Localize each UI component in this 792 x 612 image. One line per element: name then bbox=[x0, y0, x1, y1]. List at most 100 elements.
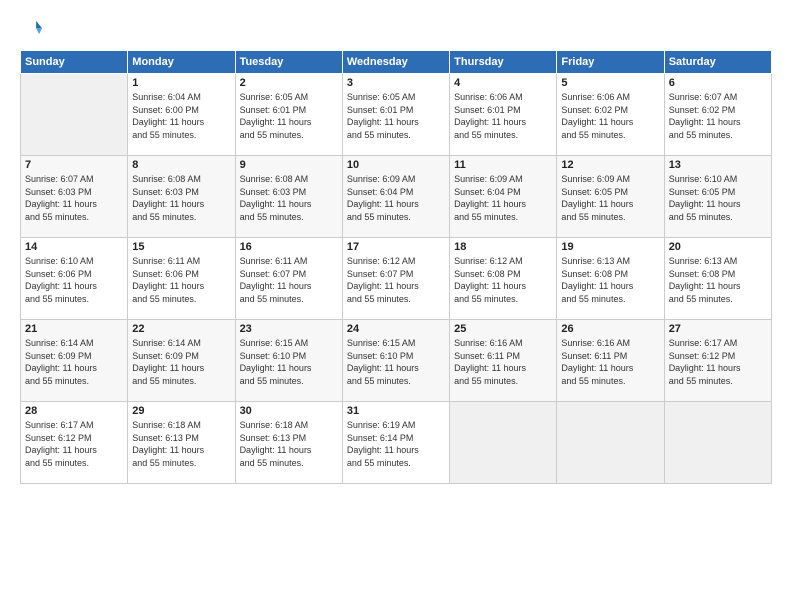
day-number: 15 bbox=[132, 241, 230, 253]
day-number: 24 bbox=[347, 323, 445, 335]
day-cell bbox=[664, 402, 771, 484]
day-cell: 28 Sunrise: 6:17 AM Sunset: 6:12 PM Dayli… bbox=[21, 402, 128, 484]
header-cell-saturday: Saturday bbox=[664, 51, 771, 74]
day-cell: 8Sunrise: 6:08 AM Sunset: 6:03 PM Daylig… bbox=[128, 156, 235, 238]
day-cell: 20 Sunrise: 6:13 AM Sunset: 6:08 PM Dayli… bbox=[664, 238, 771, 320]
day-cell: 27 Sunrise: 6:17 AM Sunset: 6:12 PM Dayli… bbox=[664, 320, 771, 402]
day-number: 27 bbox=[669, 323, 767, 335]
header-cell-tuesday: Tuesday bbox=[235, 51, 342, 74]
day-cell: 17Sunrise: 6:12 AM Sunset: 6:07 PM Dayli… bbox=[342, 238, 449, 320]
day-cell bbox=[21, 74, 128, 156]
day-number: 20 bbox=[669, 241, 767, 253]
day-detail: Sunrise: 6:14 AM Sunset: 6:09 PM Dayligh… bbox=[25, 337, 123, 387]
day-cell: 5 Sunrise: 6:06 AM Sunset: 6:02 PM Daylig… bbox=[557, 74, 664, 156]
day-detail: Sunrise: 6:11 AM Sunset: 6:06 PM Dayligh… bbox=[132, 255, 230, 305]
week-row-2: 14 Sunrise: 6:10 AM Sunset: 6:06 PM Dayli… bbox=[21, 238, 772, 320]
day-number: 12 bbox=[561, 159, 659, 171]
day-number: 31 bbox=[347, 405, 445, 417]
week-row-1: 7Sunrise: 6:07 AM Sunset: 6:03 PM Daylig… bbox=[21, 156, 772, 238]
calendar-page: SundayMondayTuesdayWednesdayThursdayFrid… bbox=[0, 0, 792, 612]
week-row-0: 1 Sunrise: 6:04 AM Sunset: 6:00 PM Daylig… bbox=[21, 74, 772, 156]
day-detail: Sunrise: 6:14 AM Sunset: 6:09 PM Dayligh… bbox=[132, 337, 230, 387]
day-number: 18 bbox=[454, 241, 552, 253]
day-detail: Sunrise: 6:05 AM Sunset: 6:01 PM Dayligh… bbox=[347, 91, 445, 141]
day-detail: Sunrise: 6:06 AM Sunset: 6:01 PM Dayligh… bbox=[454, 91, 552, 141]
day-detail: Sunrise: 6:09 AM Sunset: 6:04 PM Dayligh… bbox=[454, 173, 552, 223]
week-row-3: 21 Sunrise: 6:14 AM Sunset: 6:09 PM Dayli… bbox=[21, 320, 772, 402]
day-cell: 25 Sunrise: 6:16 AM Sunset: 6:11 PM Dayli… bbox=[450, 320, 557, 402]
day-number: 14 bbox=[25, 241, 123, 253]
day-detail: Sunrise: 6:10 AM Sunset: 6:06 PM Dayligh… bbox=[25, 255, 123, 305]
day-detail: Sunrise: 6:19 AM Sunset: 6:14 PM Dayligh… bbox=[347, 419, 445, 469]
day-number: 6 bbox=[669, 77, 767, 89]
day-cell: 3Sunrise: 6:05 AM Sunset: 6:01 PM Daylig… bbox=[342, 74, 449, 156]
day-number: 26 bbox=[561, 323, 659, 335]
day-cell: 30Sunrise: 6:18 AM Sunset: 6:13 PM Dayli… bbox=[235, 402, 342, 484]
day-cell: 29Sunrise: 6:18 AM Sunset: 6:13 PM Dayli… bbox=[128, 402, 235, 484]
day-detail: Sunrise: 6:12 AM Sunset: 6:08 PM Dayligh… bbox=[454, 255, 552, 305]
day-number: 10 bbox=[347, 159, 445, 171]
logo-icon bbox=[20, 18, 42, 40]
day-number: 28 bbox=[25, 405, 123, 417]
day-number: 9 bbox=[240, 159, 338, 171]
day-cell: 9 Sunrise: 6:08 AM Sunset: 6:03 PM Daylig… bbox=[235, 156, 342, 238]
day-cell: 14 Sunrise: 6:10 AM Sunset: 6:06 PM Dayli… bbox=[21, 238, 128, 320]
day-number: 13 bbox=[669, 159, 767, 171]
day-detail: Sunrise: 6:13 AM Sunset: 6:08 PM Dayligh… bbox=[669, 255, 767, 305]
day-number: 2 bbox=[240, 77, 338, 89]
day-detail: Sunrise: 6:10 AM Sunset: 6:05 PM Dayligh… bbox=[669, 173, 767, 223]
day-detail: Sunrise: 6:06 AM Sunset: 6:02 PM Dayligh… bbox=[561, 91, 659, 141]
day-number: 23 bbox=[240, 323, 338, 335]
day-cell: 18 Sunrise: 6:12 AM Sunset: 6:08 PM Dayli… bbox=[450, 238, 557, 320]
day-detail: Sunrise: 6:16 AM Sunset: 6:11 PM Dayligh… bbox=[561, 337, 659, 387]
day-number: 8 bbox=[132, 159, 230, 171]
day-cell: 13 Sunrise: 6:10 AM Sunset: 6:05 PM Dayli… bbox=[664, 156, 771, 238]
day-detail: Sunrise: 6:12 AM Sunset: 6:07 PM Dayligh… bbox=[347, 255, 445, 305]
day-cell bbox=[450, 402, 557, 484]
day-number: 1 bbox=[132, 77, 230, 89]
day-detail: Sunrise: 6:04 AM Sunset: 6:00 PM Dayligh… bbox=[132, 91, 230, 141]
day-detail: Sunrise: 6:09 AM Sunset: 6:04 PM Dayligh… bbox=[347, 173, 445, 223]
day-detail: Sunrise: 6:13 AM Sunset: 6:08 PM Dayligh… bbox=[561, 255, 659, 305]
day-cell: 31 Sunrise: 6:19 AM Sunset: 6:14 PM Dayli… bbox=[342, 402, 449, 484]
week-row-4: 28 Sunrise: 6:17 AM Sunset: 6:12 PM Dayli… bbox=[21, 402, 772, 484]
calendar-table: SundayMondayTuesdayWednesdayThursdayFrid… bbox=[20, 50, 772, 484]
day-detail: Sunrise: 6:17 AM Sunset: 6:12 PM Dayligh… bbox=[25, 419, 123, 469]
day-detail: Sunrise: 6:05 AM Sunset: 6:01 PM Dayligh… bbox=[240, 91, 338, 141]
day-cell: 4 Sunrise: 6:06 AM Sunset: 6:01 PM Daylig… bbox=[450, 74, 557, 156]
logo bbox=[20, 18, 46, 40]
calendar-body: 1 Sunrise: 6:04 AM Sunset: 6:00 PM Daylig… bbox=[21, 74, 772, 484]
day-detail: Sunrise: 6:16 AM Sunset: 6:11 PM Dayligh… bbox=[454, 337, 552, 387]
day-number: 16 bbox=[240, 241, 338, 253]
day-cell: 7Sunrise: 6:07 AM Sunset: 6:03 PM Daylig… bbox=[21, 156, 128, 238]
header-row: SundayMondayTuesdayWednesdayThursdayFrid… bbox=[21, 51, 772, 74]
header-cell-sunday: Sunday bbox=[21, 51, 128, 74]
header-cell-wednesday: Wednesday bbox=[342, 51, 449, 74]
day-cell: 6 Sunrise: 6:07 AM Sunset: 6:02 PM Daylig… bbox=[664, 74, 771, 156]
day-number: 21 bbox=[25, 323, 123, 335]
day-detail: Sunrise: 6:15 AM Sunset: 6:10 PM Dayligh… bbox=[347, 337, 445, 387]
day-cell: 2 Sunrise: 6:05 AM Sunset: 6:01 PM Daylig… bbox=[235, 74, 342, 156]
day-cell: 24 Sunrise: 6:15 AM Sunset: 6:10 PM Dayli… bbox=[342, 320, 449, 402]
day-cell: 15 Sunrise: 6:11 AM Sunset: 6:06 PM Dayli… bbox=[128, 238, 235, 320]
day-detail: Sunrise: 6:09 AM Sunset: 6:05 PM Dayligh… bbox=[561, 173, 659, 223]
header-cell-thursday: Thursday bbox=[450, 51, 557, 74]
day-detail: Sunrise: 6:08 AM Sunset: 6:03 PM Dayligh… bbox=[240, 173, 338, 223]
day-number: 25 bbox=[454, 323, 552, 335]
day-detail: Sunrise: 6:15 AM Sunset: 6:10 PM Dayligh… bbox=[240, 337, 338, 387]
day-detail: Sunrise: 6:18 AM Sunset: 6:13 PM Dayligh… bbox=[132, 419, 230, 469]
day-number: 4 bbox=[454, 77, 552, 89]
day-cell: 1 Sunrise: 6:04 AM Sunset: 6:00 PM Daylig… bbox=[128, 74, 235, 156]
day-cell: 23 Sunrise: 6:15 AM Sunset: 6:10 PM Dayli… bbox=[235, 320, 342, 402]
day-detail: Sunrise: 6:18 AM Sunset: 6:13 PM Dayligh… bbox=[240, 419, 338, 469]
day-number: 19 bbox=[561, 241, 659, 253]
day-cell: 12 Sunrise: 6:09 AM Sunset: 6:05 PM Dayli… bbox=[557, 156, 664, 238]
day-number: 5 bbox=[561, 77, 659, 89]
day-cell: 22Sunrise: 6:14 AM Sunset: 6:09 PM Dayli… bbox=[128, 320, 235, 402]
header-cell-friday: Friday bbox=[557, 51, 664, 74]
day-detail: Sunrise: 6:17 AM Sunset: 6:12 PM Dayligh… bbox=[669, 337, 767, 387]
day-detail: Sunrise: 6:07 AM Sunset: 6:02 PM Dayligh… bbox=[669, 91, 767, 141]
day-cell: 19 Sunrise: 6:13 AM Sunset: 6:08 PM Dayli… bbox=[557, 238, 664, 320]
header-cell-monday: Monday bbox=[128, 51, 235, 74]
calendar-header: SundayMondayTuesdayWednesdayThursdayFrid… bbox=[21, 51, 772, 74]
